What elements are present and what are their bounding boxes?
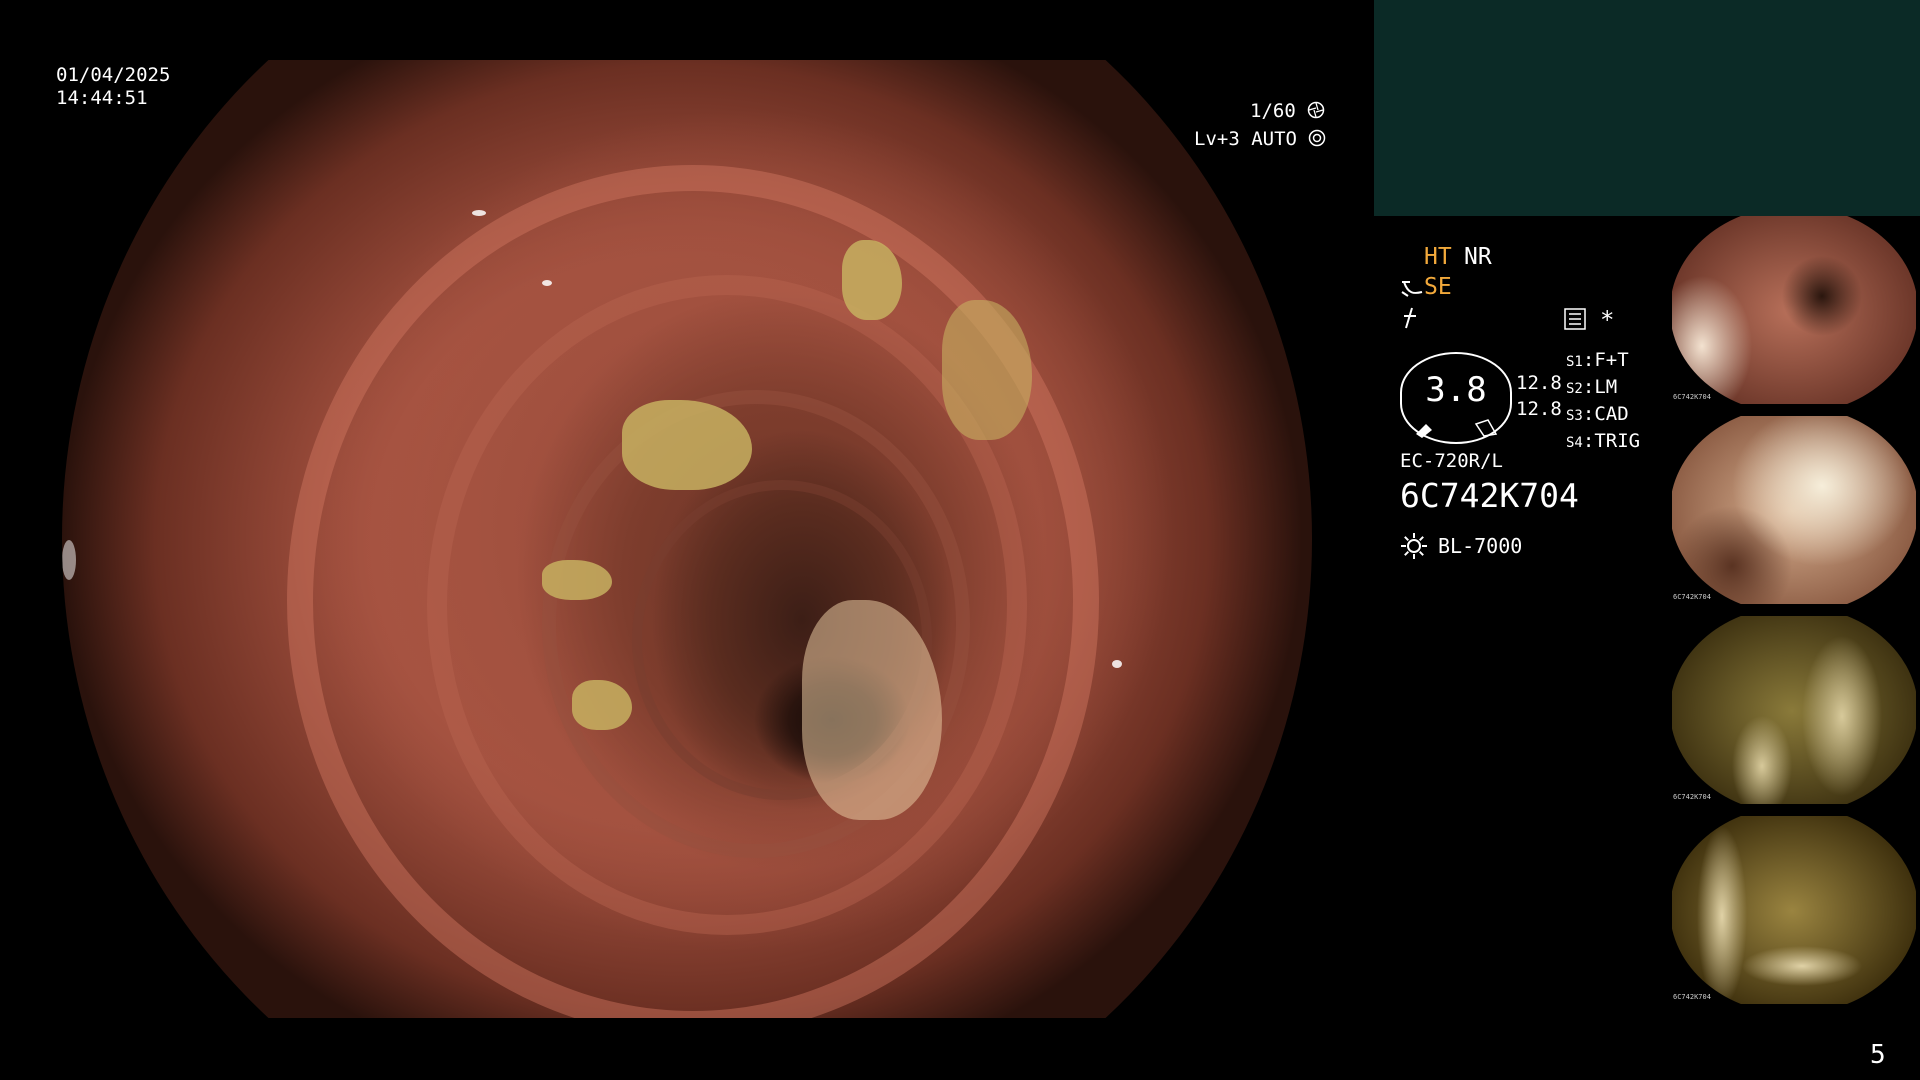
switch-item: S4:TRIG [1566,430,1641,452]
grid-menu-icon [1564,308,1586,330]
aperture-icon [1307,101,1325,119]
specular-highlight [62,540,76,580]
time-text: 14:44:51 [56,87,148,109]
specular-highlight [1112,660,1122,668]
level-text: Lv+3 [1194,128,1240,150]
switch-value: TRIG [1594,430,1641,452]
debris [572,680,632,730]
mode-nr: NR [1464,244,1492,270]
thumbnail-1[interactable] [1672,216,1916,404]
shutter-text: 1/60 [1250,100,1296,122]
thumbnail-2-serial: 6C742K704 [1673,593,1711,601]
thumbnail-3[interactable] [1672,616,1916,804]
switch-value: LM [1594,376,1618,398]
light-source: BL-7000 [1438,534,1523,558]
thumbnail-1-serial: 6C742K704 [1673,393,1711,401]
shutter-readout: 1/60 [1250,100,1325,122]
readout-2: 12.8 [1516,398,1562,420]
switch-item: S1:F+T [1566,349,1629,371]
debris [942,300,1032,440]
switch-key: S4 [1566,435,1583,451]
switch-key: S3 [1566,408,1583,424]
gauge-marker-icon [1416,419,1498,438]
mode-ht: HT [1424,244,1452,270]
specular-highlight [472,210,486,216]
filter-icon [1404,307,1416,329]
switch-item: S3:CAD [1566,403,1629,425]
thumbnail-3-serial: 6C742K704 [1673,793,1711,801]
gauge-value: 3.8 [1425,370,1487,410]
date-text: 01/04/2025 [56,64,171,86]
thumbnail-2[interactable] [1672,416,1916,604]
iris-mode-text: AUTO [1251,128,1297,150]
specular-highlight [542,280,552,286]
switch-key: S1 [1566,354,1583,370]
switch-value: F+T [1594,349,1629,371]
iris-icon [1309,129,1326,147]
sun-icon [1401,533,1427,559]
readout-1: 12.8 [1516,372,1562,394]
page-number: 5 [1870,1040,1886,1070]
mode-se: SE [1424,274,1452,300]
endoscope-main-view [62,60,1312,1018]
scope-model: EC-720R/L [1400,450,1503,472]
curve-icon [1401,281,1423,297]
switch-key: S2 [1566,381,1583,397]
datetime-overlay: 01/04/2025 14:44:51 [56,64,170,110]
switch-item: S2:LM [1566,376,1618,398]
switch-list: S1:F+T S2:LM S3:CAD S4:TRIG [1566,348,1640,456]
debris [542,560,612,600]
thumbnail-4-serial: 6C742K704 [1673,993,1711,1001]
scope-serial: 6C742K704 [1400,476,1579,515]
switch-value: CAD [1594,403,1629,425]
level-readout: Lv+3 AUTO [1194,128,1326,150]
stiffness-gauge: 3.8 [1400,352,1512,444]
thumbnail-4[interactable] [1672,816,1916,1004]
panel-header-area [1374,0,1920,216]
star-indicator: * [1600,306,1615,334]
